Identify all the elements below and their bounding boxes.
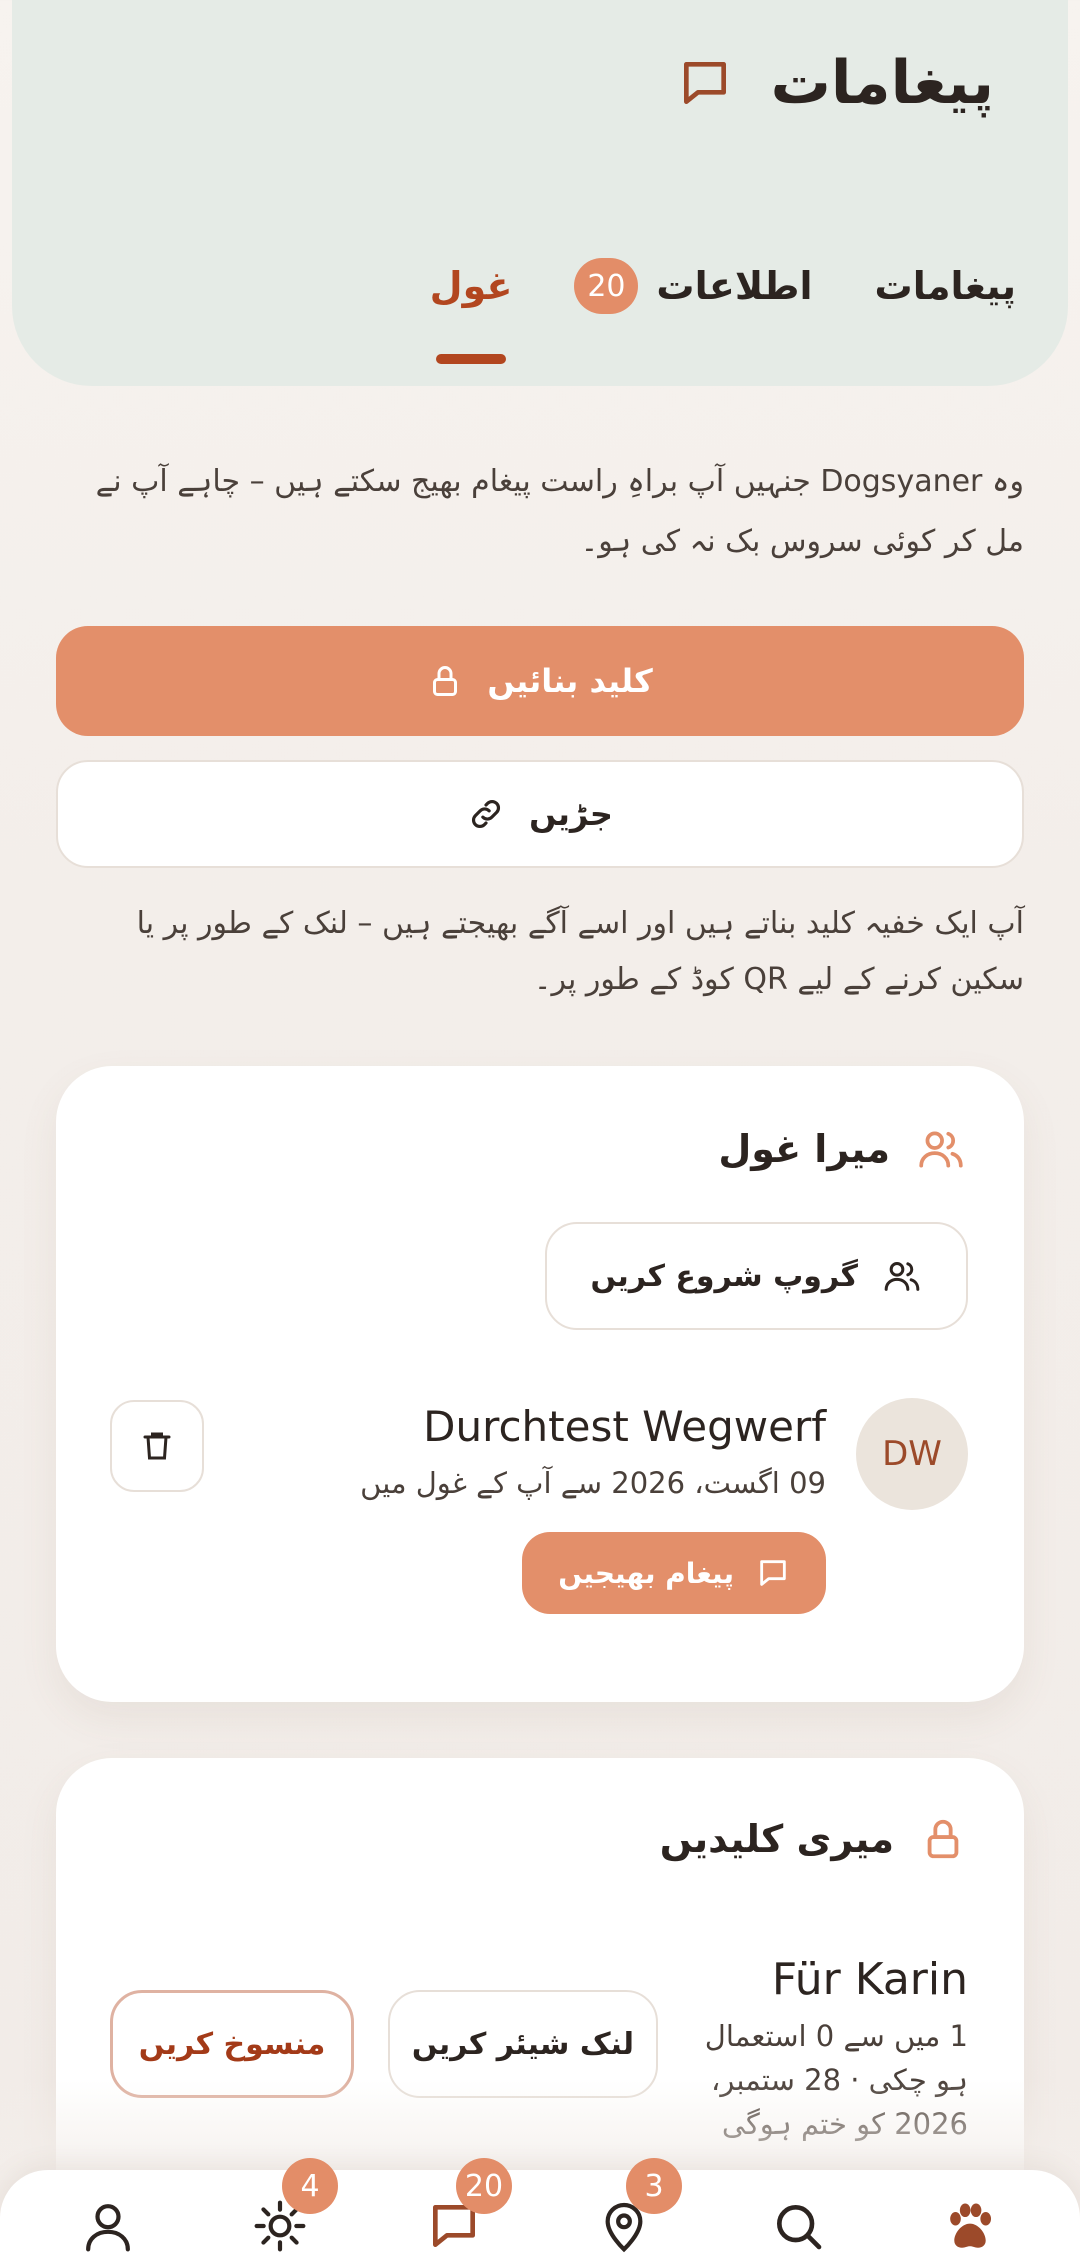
message-square-icon: [760, 1560, 786, 1586]
create-key-label: کلید بنائیں: [487, 662, 653, 700]
member-since: 09 اگست، 2026 سے آپ کے غول میں: [360, 1466, 826, 1500]
tab-notifications-badge: 20: [574, 258, 639, 314]
tab-notifications[interactable]: اطلاعات 20: [574, 258, 813, 314]
page-title: پیغامات: [770, 48, 994, 118]
tab-notifications-label: اطلاعات: [656, 264, 813, 308]
intro-text: وہ Dogsyaner جنہیں آپ براہِ راست پیغام ب…: [95, 464, 1024, 559]
nav-messages-badge: 20: [456, 2158, 512, 2214]
nav-dogs[interactable]: [936, 2192, 1004, 2260]
lock-icon: [433, 666, 458, 696]
nav-daily-badge: 4: [282, 2158, 338, 2214]
my-pack-title: میرا غول: [718, 1127, 890, 1171]
lock-icon: [927, 1819, 959, 1859]
tab-messages-label: پیغامات: [874, 264, 1016, 308]
nav-search[interactable]: [764, 2192, 832, 2260]
message-square-icon: [683, 61, 726, 104]
trash-icon: [143, 1432, 171, 1460]
start-group-label: گروپ شروع کریں: [590, 1258, 858, 1294]
tab-pack-label: غول: [429, 264, 513, 308]
nav-map-badge: 3: [626, 2158, 682, 2214]
key-name: Für Karin: [771, 1954, 968, 2005]
paw-icon: [950, 2203, 992, 2248]
tab-messages[interactable]: پیغامات: [875, 264, 1016, 308]
tab-pack[interactable]: غول: [430, 264, 513, 308]
header: پیغامات پیغامات اطلاعات 20 غول: [12, 0, 1068, 386]
help-text: آپ ایک خفیہ کلید بناتے ہیں اور اسے آگے ب…: [136, 906, 1024, 997]
user-icon: [86, 2204, 130, 2252]
my-pack-header: میرا غول: [718, 1124, 966, 1174]
nav-map[interactable]: 3: [590, 2158, 682, 2260]
nav-profile[interactable]: [74, 2192, 142, 2260]
delete-member-button[interactable]: [110, 1400, 204, 1492]
search-icon: [777, 2205, 822, 2250]
revoke-label: منسوخ کریں: [138, 2026, 326, 2062]
header-title-row: پیغامات: [677, 48, 994, 118]
join-label: جڑیں: [529, 795, 613, 833]
my-pack-card: میرا غول گروپ شروع کریں DW Durchtest Weg…: [56, 1066, 1024, 1702]
share-link-label: لنک شیئر کریں: [411, 2026, 635, 2062]
join-button[interactable]: جڑیں: [56, 760, 1024, 868]
users-icon: [884, 1262, 920, 1291]
send-message-label: پیغام بھیجیں: [558, 1556, 734, 1590]
tabs: پیغامات اطلاعات 20 غول: [430, 258, 1016, 314]
avatar: DW: [856, 1398, 968, 1510]
nav-daily[interactable]: 4: [246, 2158, 338, 2260]
create-key-button[interactable]: کلید بنائیں: [56, 626, 1024, 736]
member-name: Durchtest Wegwerf: [423, 1402, 826, 1451]
my-keys-header: میری کلیدیں: [660, 1816, 966, 1862]
my-keys-title: میری کلیدیں: [659, 1817, 894, 1861]
bottom-nav: 4 20 3: [0, 2158, 1080, 2268]
send-message-button[interactable]: پیغام بھیجیں: [522, 1532, 826, 1614]
users-icon: [919, 1131, 963, 1168]
start-group-button[interactable]: گروپ شروع کریں: [544, 1222, 968, 1330]
nav-messages[interactable]: 20: [420, 2158, 512, 2260]
scroll-fade: [0, 2080, 1080, 2180]
link-icon: [472, 800, 501, 828]
